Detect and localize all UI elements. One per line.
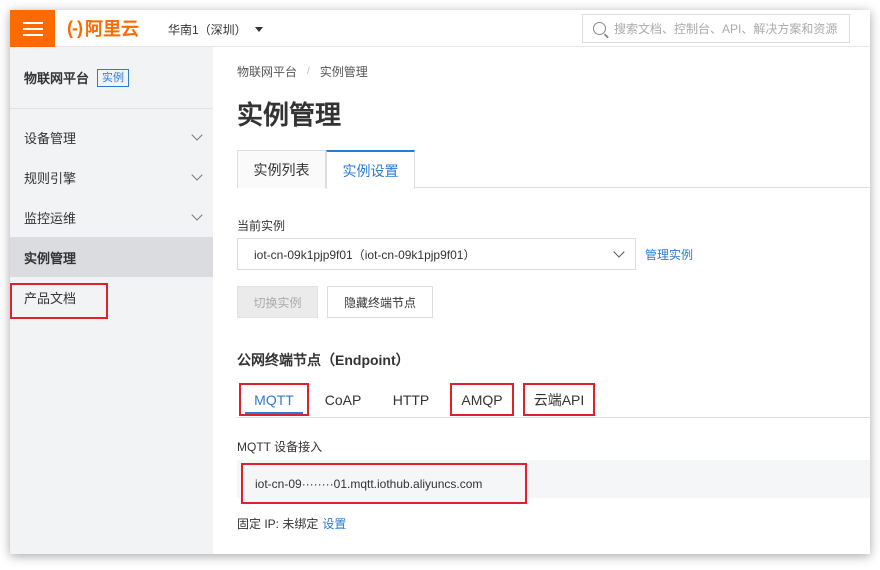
- panel-label: MQTT 设备接入: [237, 440, 323, 454]
- aliyun-logo[interactable]: (-) 阿里云: [67, 16, 139, 40]
- sidebar-item-label: 规则引擎: [24, 170, 77, 186]
- fixed-ip-settings-link[interactable]: 设置: [322, 517, 346, 531]
- section-title: 公网终端节点（Endpoint）: [237, 352, 410, 368]
- tab-http[interactable]: HTTP: [383, 383, 439, 416]
- tab-cloud-api[interactable]: 云端API: [523, 383, 595, 416]
- logo-text: 阿里云: [84, 19, 139, 39]
- sidebar-item-rule-engine[interactable]: 规则引擎: [10, 157, 213, 197]
- tab-amqp[interactable]: AMQP: [450, 383, 514, 416]
- region-label: 华南1（深圳）: [168, 23, 247, 37]
- hide-endpoint-button[interactable]: 隐藏终端节点: [327, 286, 433, 318]
- instance-select-value: iot-cn-09k1pjp9f01（iot-cn-09k1pjp9f01）: [254, 247, 476, 262]
- sidebar-item-instance-management[interactable]: 实例管理: [10, 237, 213, 277]
- sidebar-item-device-management[interactable]: 设备管理: [10, 117, 213, 157]
- sidebar-item-monitoring[interactable]: 监控运维: [10, 197, 213, 237]
- chevron-down-icon: [613, 246, 625, 258]
- protocol-tabs: MQTT CoAP HTTP AMQP 云端API: [237, 383, 870, 418]
- sidebar-item-label: 设备管理: [24, 130, 77, 146]
- mqtt-panel: MQTT 设备接入 iot-cn-09········01.mqtt.iothu…: [237, 418, 870, 554]
- fixed-ip-label: 固定 IP: 未绑定: [237, 517, 319, 531]
- sidebar-title: 物联网平台: [24, 71, 90, 86]
- sidebar: 物联网平台 实例 设备管理 规则引擎 监控运维 实例管理 产品文档: [10, 47, 213, 554]
- breadcrumb-item: 实例管理: [319, 65, 368, 79]
- top-bar: (-) 阿里云 华南1（深圳）: [10, 10, 870, 47]
- sidebar-item-label: 监控运维: [24, 210, 77, 226]
- chevron-down-icon: [191, 209, 203, 221]
- global-search[interactable]: [582, 14, 850, 43]
- breadcrumb-separator: /: [307, 66, 310, 77]
- fixed-ip: 固定 IP: 未绑定 设置: [237, 515, 346, 532]
- hamburger-icon: [22, 21, 43, 36]
- main-content: 物联网平台 / 实例管理 实例管理 实例列表 实例设置 当前实例 iot-cn-…: [213, 47, 870, 554]
- instance-badge[interactable]: 实例: [97, 68, 130, 87]
- chevron-down-icon: [191, 169, 203, 181]
- search-input[interactable]: [614, 21, 844, 36]
- region-selector[interactable]: 华南1（深圳）: [168, 21, 263, 38]
- caret-down-icon: [254, 27, 263, 32]
- page-title: 实例管理: [237, 100, 342, 130]
- manage-instance-link[interactable]: 管理实例: [645, 246, 693, 263]
- tab-instance-settings[interactable]: 实例设置: [326, 150, 415, 189]
- switch-instance-button[interactable]: 切换实例: [237, 286, 318, 318]
- breadcrumb-item[interactable]: 物联网平台: [237, 63, 297, 80]
- tab-coap[interactable]: CoAP: [317, 383, 369, 416]
- instance-tabs: 实例列表 实例设置: [237, 150, 870, 189]
- current-instance-label: 当前实例: [237, 219, 286, 233]
- chevron-down-icon: [191, 129, 203, 141]
- tab-instance-list[interactable]: 实例列表: [237, 150, 326, 188]
- endpoint-value: iot-cn-09········01.mqtt.iothub.aliyuncs…: [241, 463, 527, 504]
- instance-select[interactable]: iot-cn-09k1pjp9f01（iot-cn-09k1pjp9f01）: [237, 238, 636, 270]
- highlight-box-instance-management: [10, 283, 108, 319]
- sidebar-header: 物联网平台 实例: [10, 47, 213, 109]
- breadcrumb: 物联网平台 / 实例管理: [237, 63, 368, 80]
- menu-button[interactable]: [10, 10, 55, 47]
- tab-mqtt[interactable]: MQTT: [239, 383, 309, 416]
- console-window: (-) 阿里云 华南1（深圳） 物联网平台 实例 设备管理 规则引擎: [10, 10, 870, 554]
- search-icon: [593, 22, 606, 35]
- sidebar-item-label: 实例管理: [24, 250, 77, 266]
- logo-mark: (-): [67, 17, 83, 38]
